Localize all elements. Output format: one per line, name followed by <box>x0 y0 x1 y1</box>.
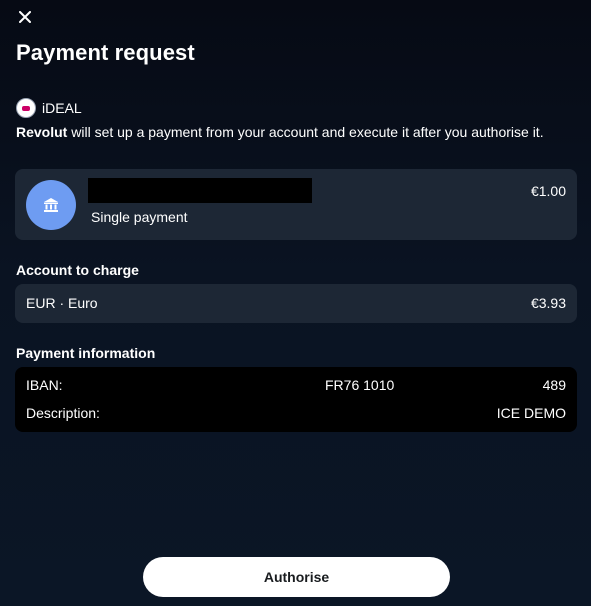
payment-provider: iDEAL <box>16 98 82 118</box>
intro-brand: Revolut <box>16 124 68 140</box>
payee-card: Single payment €1.00 <box>15 169 577 240</box>
payee-name-redacted <box>88 178 312 203</box>
payment-info-section-label: Payment information <box>16 345 156 361</box>
close-button[interactable] <box>14 6 36 28</box>
provider-name: iDEAL <box>42 100 82 116</box>
account-balance: €3.93 <box>530 295 566 311</box>
description-value: ICE DEMO <box>496 405 566 421</box>
account-name: EUR · Euro <box>26 295 98 311</box>
iban-value-end: 489 <box>542 377 566 393</box>
close-icon <box>19 11 31 23</box>
page-title: Payment request <box>16 40 195 65</box>
account-section-label: Account to charge <box>16 262 139 278</box>
payment-type: Single payment <box>91 209 188 225</box>
intro-body: will set up a payment from your account … <box>67 124 544 140</box>
iban-label: IBAN: <box>26 377 63 393</box>
description-label: Description: <box>26 405 100 421</box>
payment-amount: €1.00 <box>530 183 566 199</box>
ideal-logo-icon <box>16 98 36 118</box>
account-selector[interactable]: EUR · Euro €3.93 <box>15 284 577 323</box>
payment-info-card: IBAN: FR76 1010 489 Description: ICE DEM… <box>15 367 577 432</box>
bank-avatar <box>26 180 76 230</box>
bank-icon <box>44 198 58 212</box>
intro-text: Revolut will set up a payment from your … <box>16 124 581 140</box>
authorise-button[interactable]: Authorise <box>143 557 450 597</box>
iban-value-start: FR76 1010 <box>325 377 395 393</box>
